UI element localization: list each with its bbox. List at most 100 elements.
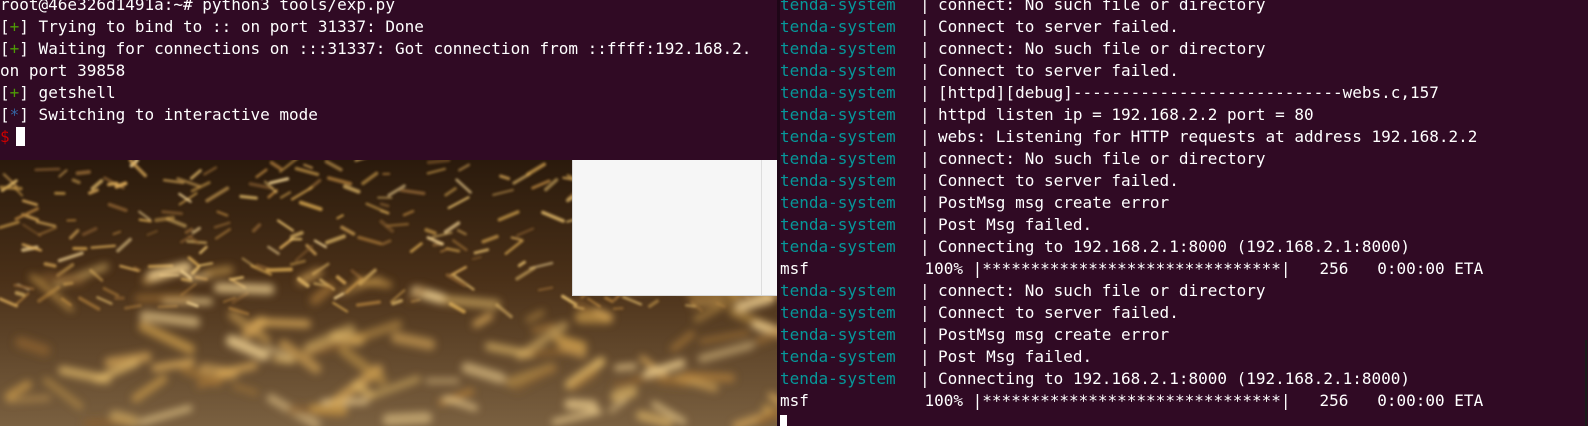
wallpaper-strand (385, 222, 409, 228)
output-text: Switching to interactive mode (28, 105, 318, 124)
log-separator: | (920, 281, 930, 300)
service-name: tenda-system (780, 83, 896, 102)
log-separator: | (920, 369, 930, 388)
log-separator: | (920, 105, 930, 124)
service-name: tenda-system (780, 149, 896, 168)
wallpaper-strand (75, 170, 91, 176)
wallpaper-strand (6, 395, 51, 404)
right-terminal-cursor-line (780, 412, 1588, 426)
shell-prompt-line[interactable]: $ (0, 126, 780, 148)
download-progress-line: msf 100% |******************************… (780, 390, 1588, 412)
terminal-output-line: [+] Trying to bind to :: on port 31337: … (0, 17, 424, 36)
wallpaper-strand (379, 202, 390, 208)
window-edge (1585, 340, 1587, 426)
log-separator: | (920, 17, 930, 36)
info-marker: * (9, 105, 20, 124)
terminal-cursor (780, 415, 787, 426)
log-text: PostMsg msg create error (938, 325, 1170, 344)
log-line: tenda-system | PostMsg msg create error (780, 324, 1588, 346)
log-separator: | (920, 127, 930, 146)
log-line: tenda-system | webs: Listening for HTTP re… (780, 126, 1588, 148)
log-text: [httpd][debug]--------------------------… (938, 83, 1439, 102)
log-line: tenda-system | Connect to server failed. (780, 16, 1588, 38)
log-text: connect: No such file or directory (938, 281, 1266, 300)
log-line: tenda-system | Connect to server failed. (780, 302, 1588, 324)
output-text: Trying to bind to :: on port 31337: Done (28, 17, 424, 36)
service-name: tenda-system (780, 61, 896, 80)
background-window[interactable] (572, 160, 781, 296)
service-name: tenda-system (780, 215, 896, 234)
wallpaper-strand (106, 181, 119, 187)
service-name: tenda-system (780, 325, 896, 344)
service-name: tenda-system (780, 193, 896, 212)
log-separator: | (920, 83, 930, 102)
wallpaper-strand (390, 331, 436, 351)
wallpaper-strand (553, 334, 588, 351)
wallpaper-strand (198, 363, 239, 380)
log-line: tenda-system | Post Msg failed. (780, 346, 1588, 368)
log-text: connect: No such file or directory (938, 0, 1266, 14)
terminal-output-line: [+] Waiting for connections on :::31337:… (0, 39, 752, 58)
wallpaper-strand (161, 210, 184, 216)
log-text: Post Msg failed. (938, 347, 1093, 366)
wallpaper-strand (213, 282, 275, 295)
log-text: Connect to server failed. (938, 17, 1179, 36)
service-name: tenda-system (780, 127, 896, 146)
log-separator: | (920, 61, 930, 80)
log-line: tenda-system | PostMsg msg create error (780, 192, 1588, 214)
log-separator: | (920, 193, 930, 212)
service-name: tenda-system (780, 369, 896, 388)
wallpaper-strand (0, 185, 23, 191)
log-text: httpd listen ip = 192.168.2.2 port = 80 (938, 105, 1314, 124)
log-separator: | (920, 237, 930, 256)
wallpaper-strand (610, 386, 638, 403)
log-separator: | (920, 303, 930, 322)
log-separator: | (920, 215, 930, 234)
wallpaper-strand (40, 272, 85, 286)
wallpaper-strand (272, 356, 295, 364)
wallpaper-strand (636, 410, 674, 426)
log-separator: | (920, 39, 930, 58)
log-text: webs: Listening for HTTP requests at add… (938, 127, 1478, 146)
log-line: tenda-system | Connect to server failed. (780, 60, 1588, 82)
wallpaper-strand (157, 304, 178, 309)
wallpaper-strand (252, 318, 311, 328)
wallpaper-strand (239, 194, 258, 200)
log-line: tenda-system | connect: No such file or di… (780, 38, 1588, 60)
service-name: tenda-system (780, 105, 896, 124)
service-name: tenda-system (780, 0, 896, 14)
service-name: tenda-system (780, 171, 896, 190)
success-marker: + (9, 39, 20, 58)
wallpaper-strand (681, 371, 736, 383)
wallpaper-strand (613, 363, 638, 371)
log-text: Connect to server failed. (938, 61, 1179, 80)
log-line: tenda-system | connect: No such file or di… (780, 148, 1588, 170)
log-text: Connect to server failed. (938, 303, 1179, 322)
wallpaper-strand (442, 295, 501, 310)
service-name: tenda-system (780, 303, 896, 322)
left-terminal[interactable]: root@46e326d1491a:~# python3 tools/exp.p… (0, 0, 780, 160)
wallpaper-strand (154, 215, 175, 223)
download-progress-line: msf 100% |******************************… (780, 258, 1588, 280)
service-name: tenda-system (780, 237, 896, 256)
service-name: tenda-system (780, 39, 896, 58)
log-separator: | (920, 0, 930, 14)
wallpaper-strand (138, 218, 152, 223)
log-text: Connecting to 192.168.2.1:8000 (192.168.… (938, 237, 1411, 256)
success-marker: + (9, 17, 20, 36)
output-text: getshell (28, 83, 116, 102)
log-separator: | (920, 347, 930, 366)
wallpaper-strand (382, 411, 433, 426)
terminal-output-line: [*] Switching to interactive mode (0, 105, 318, 124)
wallpaper-strand (426, 160, 451, 165)
wallpaper-strand (203, 265, 234, 278)
log-line: tenda-system | Post Msg failed. (780, 214, 1588, 236)
log-line: tenda-system | httpd listen ip = 192.168.2… (780, 104, 1588, 126)
wallpaper-strand (139, 310, 201, 328)
wallpaper-strand (104, 351, 152, 368)
terminal-cursor (15, 127, 25, 146)
background-window-divider (761, 160, 762, 295)
log-line: tenda-system | Connecting to 192.168.2.1:8… (780, 368, 1588, 390)
right-terminal[interactable]: tenda-system | connect: No such file or di… (780, 0, 1588, 426)
wallpaper-strand (34, 167, 61, 172)
